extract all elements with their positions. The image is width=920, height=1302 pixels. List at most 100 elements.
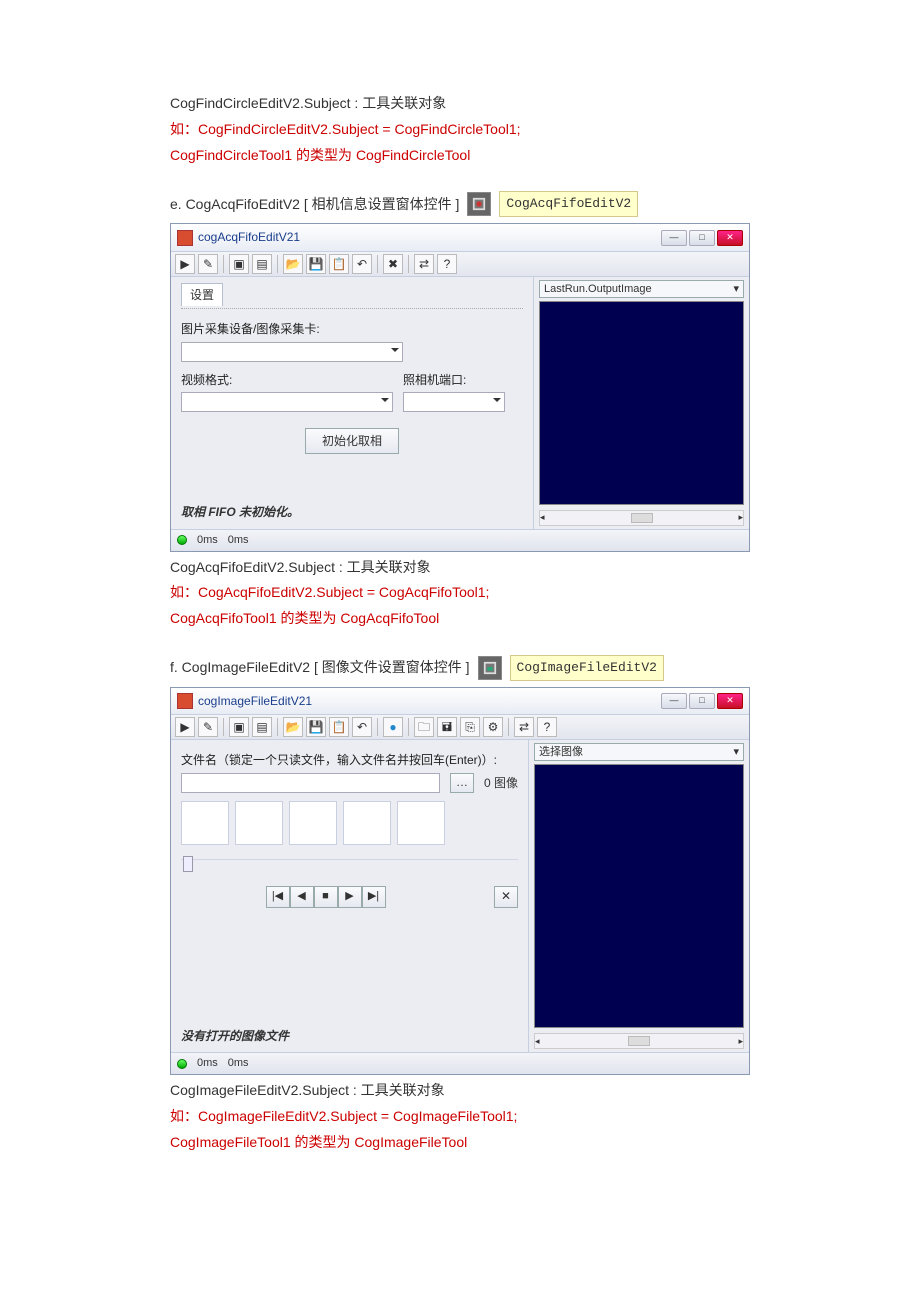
timing-2: 0ms <box>228 531 249 550</box>
maximize-button[interactable]: □ <box>689 693 715 709</box>
paste-icon[interactable]: 📋 <box>329 717 349 737</box>
image-save-icon[interactable]: 🖬 <box>437 717 457 737</box>
label-camera-port: 照相机端口: <box>403 370 523 390</box>
filename-input[interactable] <box>181 773 440 793</box>
text-line-example: 如：CogFindCircleEditV2.Subject = CogFindC… <box>170 118 750 142</box>
save-icon[interactable]: 💾 <box>306 717 326 737</box>
timing-2: 0ms <box>228 1054 249 1073</box>
chevron-down-icon: ▾ <box>733 743 739 762</box>
video-format-dropdown[interactable] <box>181 392 393 412</box>
app-icon <box>177 230 193 246</box>
undo-icon[interactable]: ↶ <box>352 254 372 274</box>
delete-icon[interactable]: ✖ <box>383 254 403 274</box>
record-icon[interactable]: ● <box>383 717 403 737</box>
status-led-icon <box>177 1059 187 1069</box>
frame-slider[interactable] <box>181 859 518 872</box>
link-icon[interactable]: ⇄ <box>514 717 534 737</box>
image-view <box>539 301 744 505</box>
camera-port-dropdown[interactable] <box>403 392 505 412</box>
control-icon <box>467 192 491 216</box>
browse-button[interactable]: … <box>450 773 474 793</box>
text-line-type: CogAcqFifoTool1 的类型为 CogAcqFifoTool <box>170 607 750 631</box>
status-bar: 0ms 0ms <box>171 529 749 551</box>
thumbnail <box>343 801 391 845</box>
window-title: cogImageFileEditV21 <box>198 691 312 711</box>
link-icon[interactable]: ⇄ <box>414 254 434 274</box>
run-icon[interactable]: ▶ <box>175 254 195 274</box>
status-led-icon <box>177 535 187 545</box>
minimize-button[interactable]: — <box>661 230 687 246</box>
section-f-heading: f. CogImageFileEditV2 [ 图像文件设置窗体控件 ] Cog… <box>170 655 750 681</box>
output-image-dropdown[interactable]: LastRun.OutputImage▾ <box>539 280 744 298</box>
section-e-heading: e. CogAcqFifoEditV2 [ 相机信息设置窗体控件 ] CogAc… <box>170 191 750 217</box>
maximize-button[interactable]: □ <box>689 230 715 246</box>
timing-1: 0ms <box>197 531 218 550</box>
text-line: CogAcqFifoEditV2.Subject : 工具关联对象 <box>170 556 750 580</box>
open-icon[interactable]: 📂 <box>283 717 303 737</box>
timing-1: 0ms <box>197 1054 218 1073</box>
edit-icon[interactable]: ✎ <box>198 717 218 737</box>
nav-prev-button[interactable]: ◀ <box>290 886 314 908</box>
toolbar: ▶ ✎ ▣ ▤ 📂 💾 📋 ↶ ✖ ⇄ ? <box>171 252 749 277</box>
image-count: 0 图像 <box>484 773 518 793</box>
control-label: CogImageFileEditV2 <box>510 655 664 681</box>
label-filename: 文件名（锁定一个只读文件，输入文件名并按回车(Enter)）: <box>181 750 518 770</box>
text-line: CogImageFileEditV2.Subject : 工具关联对象 <box>170 1079 750 1103</box>
tool-icon[interactable]: ▤ <box>252 254 272 274</box>
close-button[interactable]: ✕ <box>717 230 743 246</box>
label-video-format: 视频格式: <box>181 370 393 390</box>
section-f-title: f. CogImageFileEditV2 [ 图像文件设置窗体控件 ] <box>170 656 470 680</box>
text-line-example: 如：CogImageFileEditV2.Subject = CogImageF… <box>170 1105 750 1129</box>
run-icon[interactable]: ▶ <box>175 717 195 737</box>
status-message: 取相 FIFO 未初始化。 <box>181 502 523 522</box>
nav-first-button[interactable]: |◀ <box>266 886 290 908</box>
tool-icon[interactable]: ▣ <box>229 254 249 274</box>
thumbnail <box>289 801 337 845</box>
help-icon[interactable]: ? <box>437 254 457 274</box>
label-device: 图片采集设备/图像采集卡: <box>181 319 523 339</box>
toolbar: ▶ ✎ ▣ ▤ 📂 💾 📋 ↶ ● 🗀 🖬 ⎘ ⚙ ⇄ ? <box>171 715 749 740</box>
help-icon[interactable]: ? <box>537 717 557 737</box>
nav-stop-button[interactable]: ■ <box>314 886 338 908</box>
nav-next-button[interactable]: ▶ <box>338 886 362 908</box>
text-line-type: CogFindCircleTool1 的类型为 CogFindCircleToo… <box>170 144 750 168</box>
text-line-example: 如：CogAcqFifoEditV2.Subject = CogAcqFifoT… <box>170 581 750 605</box>
section-e-title: e. CogAcqFifoEditV2 [ 相机信息设置窗体控件 ] <box>170 193 459 217</box>
tool-icon[interactable]: ▤ <box>252 717 272 737</box>
device-dropdown[interactable] <box>181 342 403 362</box>
thumbnail <box>181 801 229 845</box>
image-copy-icon[interactable]: ⎘ <box>460 717 480 737</box>
window-titlebar: cogImageFileEditV21 — □ ✕ <box>171 688 749 715</box>
nav-close-button[interactable]: ✕ <box>494 886 518 908</box>
thumbnail <box>397 801 445 845</box>
tool-icon[interactable]: ▣ <box>229 717 249 737</box>
text-line: CogFindCircleEditV2.Subject : 工具关联对象 <box>170 92 750 116</box>
paste-icon[interactable]: 📋 <box>329 254 349 274</box>
thumbnail <box>235 801 283 845</box>
acqfifo-window: cogAcqFifoEditV21 — □ ✕ ▶ ✎ ▣ ▤ 📂 💾 📋 ↶ … <box>170 223 750 551</box>
minimize-button[interactable]: — <box>661 693 687 709</box>
init-acquire-button[interactable]: 初始化取相 <box>305 428 399 454</box>
imagefile-window: cogImageFileEditV21 — □ ✕ ▶ ✎ ▣ ▤ 📂 💾 📋 … <box>170 687 750 1075</box>
select-image-dropdown[interactable]: 选择图像▾ <box>534 743 744 761</box>
window-titlebar: cogAcqFifoEditV21 — □ ✕ <box>171 224 749 251</box>
close-button[interactable]: ✕ <box>717 693 743 709</box>
horizontal-scrollbar[interactable]: ◂▸ <box>534 1033 744 1049</box>
window-title: cogAcqFifoEditV21 <box>198 227 300 247</box>
tab-settings[interactable]: 设置 <box>181 283 223 306</box>
undo-icon[interactable]: ↶ <box>352 717 372 737</box>
nav-last-button[interactable]: ▶| <box>362 886 386 908</box>
settings-icon[interactable]: ⚙ <box>483 717 503 737</box>
image-view <box>534 764 744 1028</box>
horizontal-scrollbar[interactable]: ◂▸ <box>539 510 744 526</box>
control-icon <box>478 656 502 680</box>
open-icon[interactable]: 📂 <box>283 254 303 274</box>
image-open-icon[interactable]: 🗀 <box>414 717 434 737</box>
save-icon[interactable]: 💾 <box>306 254 326 274</box>
control-label: CogAcqFifoEditV2 <box>499 191 638 217</box>
app-icon <box>177 693 193 709</box>
text-line-type: CogImageFileTool1 的类型为 CogImageFileTool <box>170 1131 750 1155</box>
chevron-down-icon: ▾ <box>733 280 739 299</box>
status-message: 没有打开的图像文件 <box>181 1026 518 1046</box>
edit-icon[interactable]: ✎ <box>198 254 218 274</box>
